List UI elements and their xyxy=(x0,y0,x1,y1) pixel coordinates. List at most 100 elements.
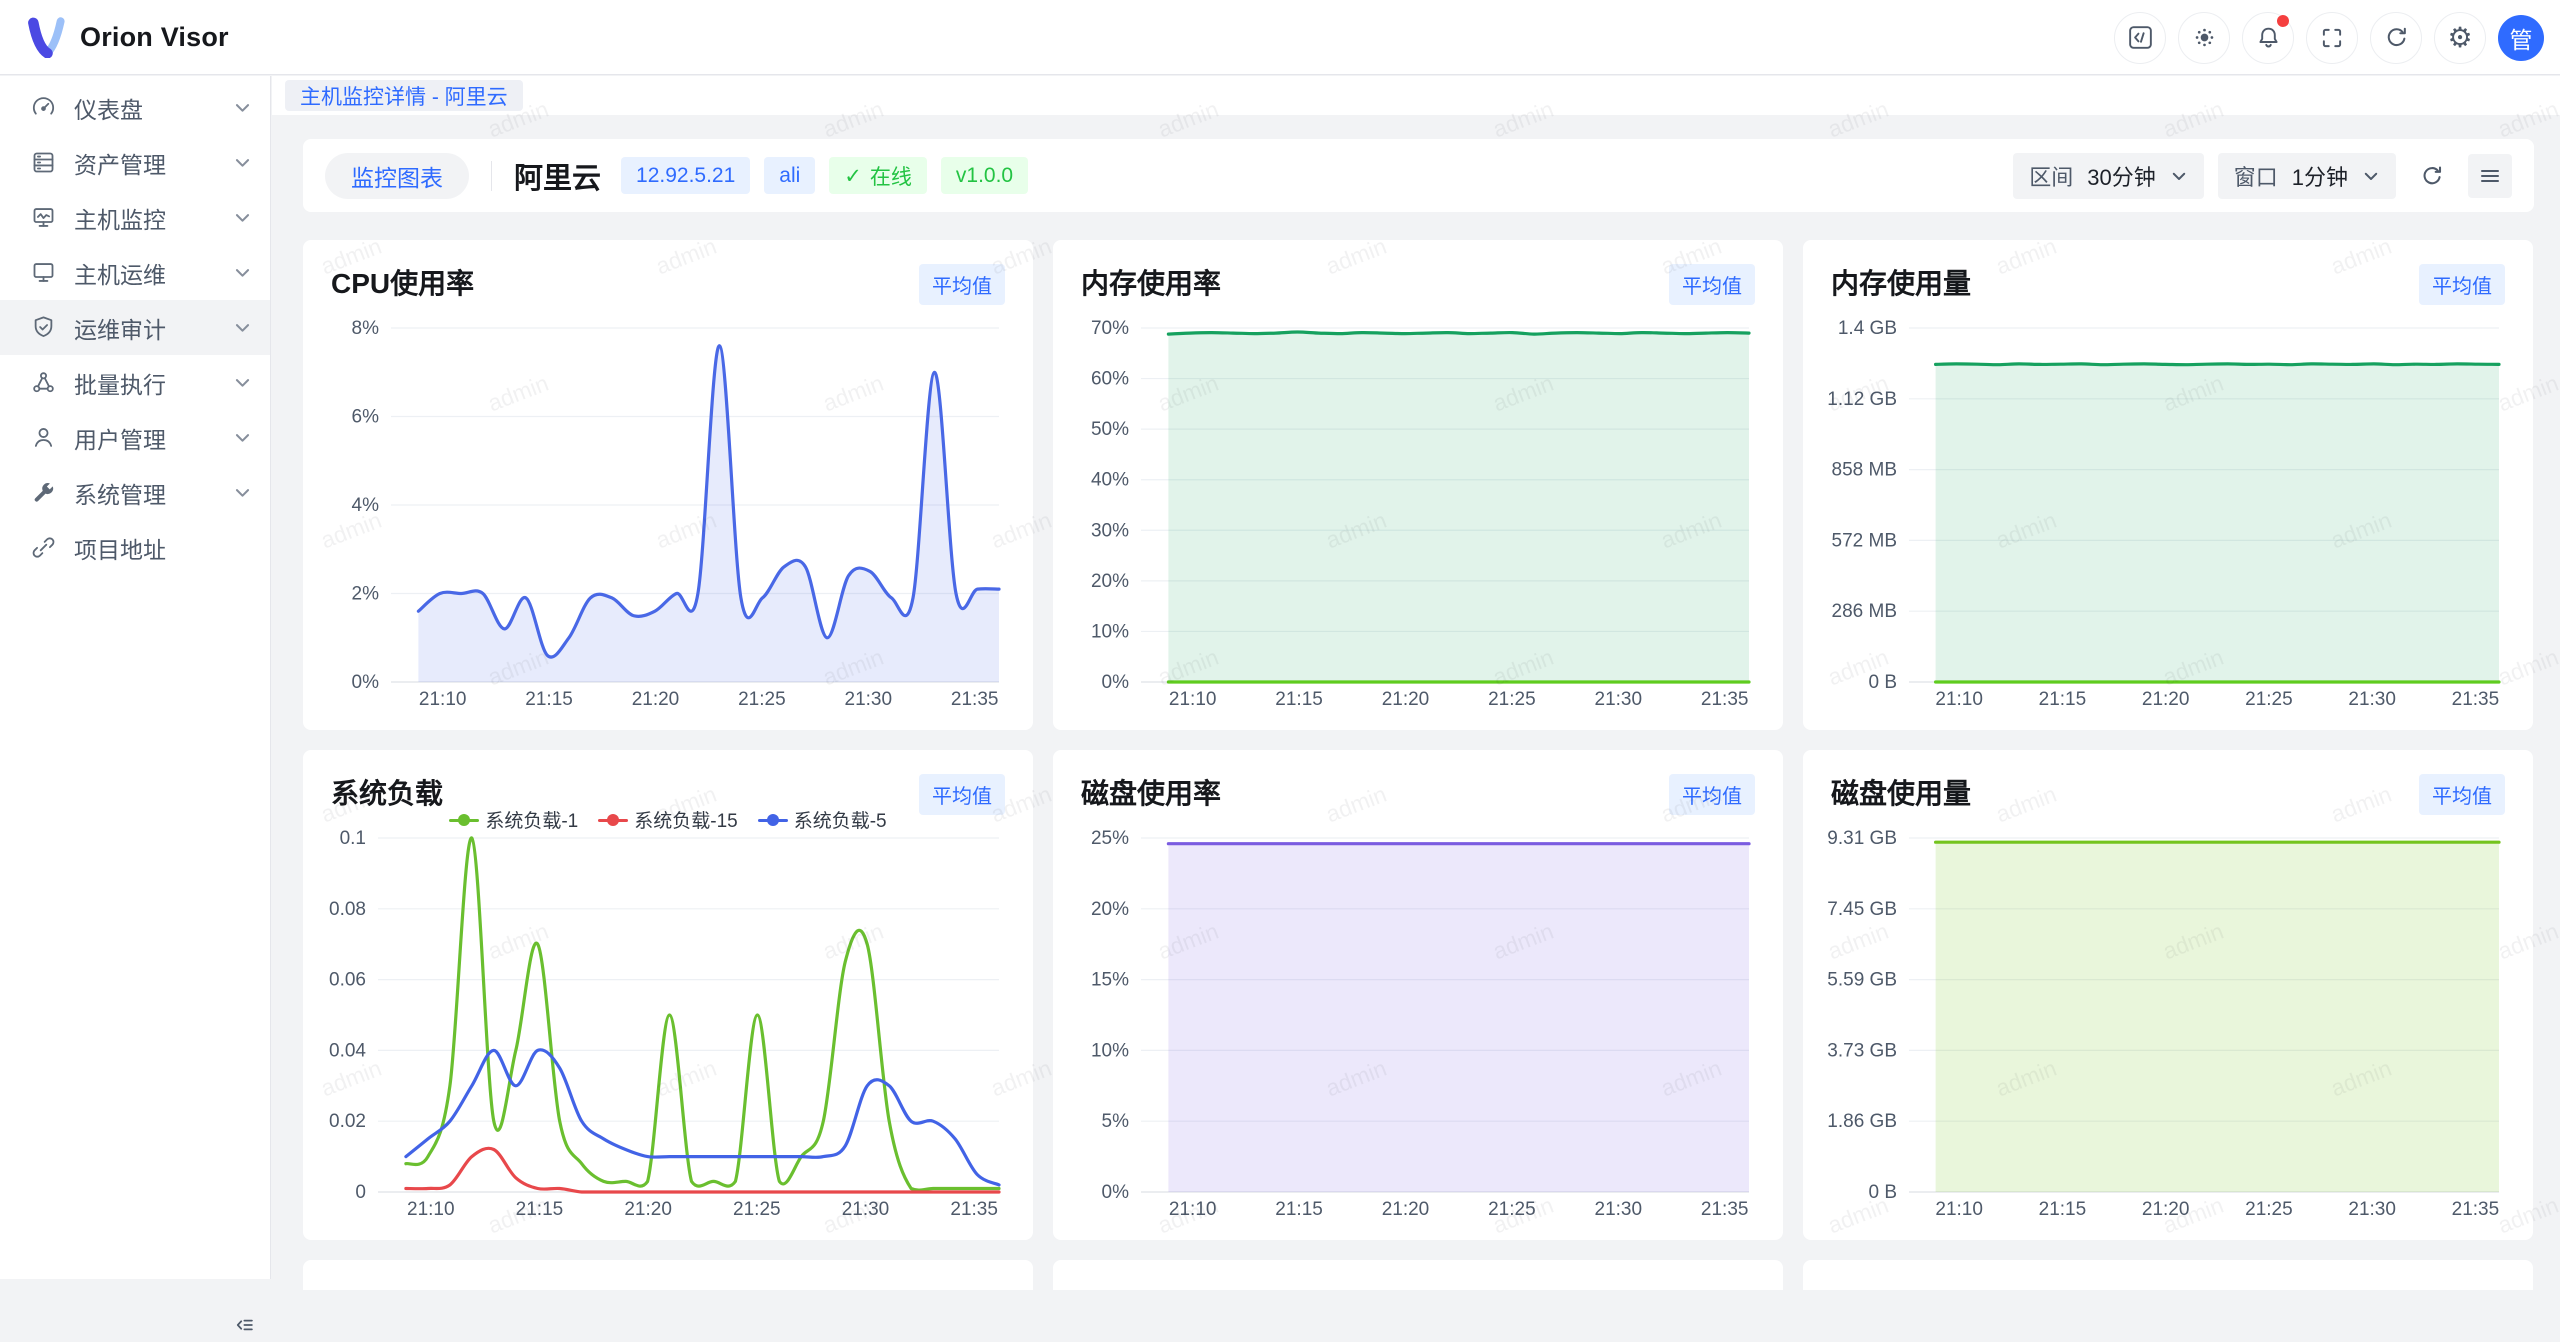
breadcrumb-tab[interactable]: 主机监控详情 - 阿里云 xyxy=(285,80,523,111)
legend-item[interactable]: 系统负载-1 xyxy=(449,806,578,833)
legend-label: 系统负载-5 xyxy=(794,806,887,833)
code-icon xyxy=(2127,24,2154,51)
sidebar-item-label: 批量执行 xyxy=(74,366,233,400)
sidebar-item-label: 主机运维 xyxy=(74,256,233,290)
sidebar-item-label: 系统管理 xyxy=(74,476,233,510)
svg-text:50%: 50% xyxy=(1091,419,1129,440)
chart-card-cpu-usage: CPU使用率 平均值 8%6%4%2%0%21:1021:1521:2021:2… xyxy=(303,240,1033,730)
fullscreen-icon xyxy=(2319,25,2345,51)
svg-text:0: 0 xyxy=(355,1182,366,1203)
svg-text:21:20: 21:20 xyxy=(2142,1199,2190,1220)
legend-item[interactable]: 系统负载-5 xyxy=(758,806,887,833)
svg-text:4%: 4% xyxy=(352,495,380,516)
settings-button[interactable]: ⚙ xyxy=(2434,12,2486,64)
svg-text:7.45 GB: 7.45 GB xyxy=(1827,899,1897,920)
online-status-badge: ✓在线 xyxy=(829,157,927,194)
chart-card-memory-amount: 内存使用量 平均值 1.4 GB1.12 GB858 MB572 MB286 M… xyxy=(1803,240,2533,730)
svg-text:21:25: 21:25 xyxy=(2245,689,2293,710)
memory-usage-amount-line-chart: 1.4 GB1.12 GB858 MB572 MB286 MB0 B21:102… xyxy=(1803,304,2533,714)
legend-label: 系统负载-15 xyxy=(634,806,737,833)
sidebar-item-label: 项目地址 xyxy=(74,531,252,565)
svg-text:6%: 6% xyxy=(352,407,380,428)
host-ops-icon xyxy=(30,259,57,286)
audit-shield-icon xyxy=(30,314,57,341)
svg-text:3.73 GB: 3.73 GB xyxy=(1827,1040,1897,1061)
svg-text:25%: 25% xyxy=(1091,828,1129,849)
refresh-charts-button[interactable] xyxy=(2410,154,2454,198)
chart-card-system-load: 系统负载 平均值 系统负载-1系统负载-15系统负载-5 0.10.080.06… xyxy=(303,750,1033,1240)
sidebar-item-label: 运维审计 xyxy=(74,311,233,345)
svg-text:10%: 10% xyxy=(1091,621,1129,642)
svg-text:1.86 GB: 1.86 GB xyxy=(1827,1111,1897,1132)
window-select-label: 窗口 xyxy=(2234,160,2278,192)
svg-text:30%: 30% xyxy=(1091,520,1129,541)
window-select[interactable]: 窗口 1分钟 xyxy=(2218,153,2396,199)
chevron-down-icon xyxy=(233,483,252,502)
sidebar-item-batch-exec[interactable]: 批量执行 xyxy=(0,355,270,410)
monitor-chart-tab[interactable]: 监控图表 xyxy=(325,153,469,199)
host-toolbar: 监控图表 阿里云 12.92.5.21 ali ✓在线 v1.0.0 区间 30… xyxy=(303,139,2534,212)
legend-marker-icon xyxy=(449,814,479,826)
svg-text:1.4 GB: 1.4 GB xyxy=(1838,318,1897,339)
chevron-down-icon xyxy=(233,373,252,392)
code-button[interactable] xyxy=(2114,12,2166,64)
svg-text:572 MB: 572 MB xyxy=(1832,530,1897,551)
sidebar-collapse-button[interactable] xyxy=(228,1308,262,1342)
refresh-button[interactable] xyxy=(2370,12,2422,64)
host-code-badge: ali xyxy=(764,157,815,194)
chart-title: 内存使用量 xyxy=(1831,262,1971,302)
sidebar-item-label: 用户管理 xyxy=(74,421,233,455)
svg-text:21:20: 21:20 xyxy=(1382,689,1430,710)
svg-text:21:10: 21:10 xyxy=(1935,689,1983,710)
svg-text:21:10: 21:10 xyxy=(419,689,467,710)
svg-text:21:15: 21:15 xyxy=(1275,689,1323,710)
svg-text:21:15: 21:15 xyxy=(516,1199,564,1220)
svg-text:21:20: 21:20 xyxy=(1382,1199,1430,1220)
svg-text:21:30: 21:30 xyxy=(842,1199,890,1220)
sidebar-item-user-mgmt[interactable]: 用户管理 xyxy=(0,410,270,465)
chart-card-disk-percent: 磁盘使用率 平均值 25%20%15%10%5%0%21:1021:1521:2… xyxy=(1053,750,1783,1240)
sidebar-item-host-monitor[interactable]: 主机监控 xyxy=(0,190,270,245)
assets-icon xyxy=(30,149,57,176)
chevron-down-icon xyxy=(233,318,252,337)
svg-text:21:10: 21:10 xyxy=(1169,1199,1217,1220)
chart-card-partial xyxy=(303,1260,1033,1290)
svg-text:0%: 0% xyxy=(1102,1182,1130,1203)
sidebar-item-assets[interactable]: 资产管理 xyxy=(0,135,270,190)
check-icon: ✓ xyxy=(844,164,862,188)
sidebar-item-host-ops[interactable]: 主机运维 xyxy=(0,245,270,300)
notification-button[interactable] xyxy=(2242,12,2294,64)
theme-toggle-button[interactable] xyxy=(2178,12,2230,64)
chart-card-partial xyxy=(1803,1260,2533,1290)
sidebar-item-dashboard[interactable]: 仪表盘 xyxy=(0,80,270,135)
divider xyxy=(491,161,492,191)
avatar[interactable]: 管 xyxy=(2498,15,2544,61)
fullscreen-button[interactable] xyxy=(2306,12,2358,64)
sidebar-item-ops-audit[interactable]: 运维审计 xyxy=(0,300,270,355)
avg-badge: 平均值 xyxy=(2419,264,2505,305)
legend-item[interactable]: 系统负载-15 xyxy=(598,806,737,833)
memory-usage-percent-line-chart: 70%60%50%40%30%20%10%0%21:1021:1521:2021… xyxy=(1053,304,1783,714)
sidebar-item-label: 仪表盘 xyxy=(74,91,233,125)
legend-label: 系统负载-1 xyxy=(485,806,578,833)
chevron-down-icon xyxy=(233,208,252,227)
svg-text:21:35: 21:35 xyxy=(951,689,999,710)
svg-text:20%: 20% xyxy=(1091,899,1129,920)
avg-badge: 平均值 xyxy=(919,264,1005,305)
svg-text:15%: 15% xyxy=(1091,970,1129,991)
svg-text:21:10: 21:10 xyxy=(1169,689,1217,710)
chart-layout-button[interactable] xyxy=(2468,154,2512,198)
wrench-icon xyxy=(30,479,57,506)
sidebar-item-system-mgmt[interactable]: 系统管理 xyxy=(0,465,270,520)
sidebar: 仪表盘 资产管理 主机监控 主机运维 运维审计 xyxy=(0,76,271,1279)
chart-title: CPU使用率 xyxy=(331,262,474,302)
svg-text:21:35: 21:35 xyxy=(1701,1199,1749,1220)
notification-bell-icon xyxy=(2255,24,2282,51)
interval-select[interactable]: 区间 30分钟 xyxy=(2013,153,2204,199)
brand: Orion Visor xyxy=(0,16,229,58)
chart-legend: 系统负载-1 系统负载-15 系统负载-5 xyxy=(303,806,1033,833)
chart-title: 磁盘使用量 xyxy=(1831,772,1971,812)
svg-text:2%: 2% xyxy=(352,584,380,605)
disk-usage-percent-line-chart: 25%20%15%10%5%0%21:1021:1521:2021:2521:3… xyxy=(1053,814,1783,1224)
sidebar-item-project-url[interactable]: 项目地址 xyxy=(0,520,270,575)
